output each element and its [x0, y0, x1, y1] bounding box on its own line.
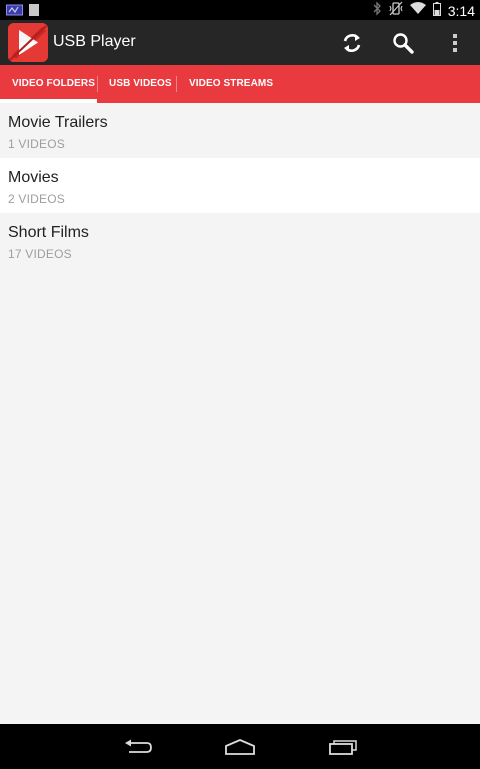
folder-name: Short Films [8, 224, 89, 241]
notification-icon [6, 3, 23, 21]
search-icon[interactable] [388, 28, 418, 58]
tab-video-folders[interactable]: VIDEO FOLDERS [12, 65, 95, 103]
action-bar: USB Player [0, 20, 480, 65]
folder-name: Movie Trailers [8, 114, 108, 131]
folder-count: 2 VIDEOS [8, 192, 65, 206]
folder-count: 17 VIDEOS [8, 247, 72, 261]
tab-bar: VIDEO FOLDERS USB VIDEOS VIDEO STREAMS [0, 65, 480, 103]
folder-item-short-films[interactable]: Short Films 17 VIDEOS [0, 213, 480, 268]
folder-name: Movies [8, 169, 59, 186]
refresh-icon[interactable] [337, 28, 367, 58]
tab-video-streams[interactable]: VIDEO STREAMS [189, 65, 273, 103]
back-icon[interactable] [118, 732, 158, 762]
navigation-bar [0, 724, 480, 769]
home-icon[interactable] [220, 732, 260, 762]
status-bar: 3:14 [0, 0, 480, 20]
app-title: USB Player [53, 33, 136, 50]
folder-item-movies[interactable]: Movies 2 VIDEOS [0, 158, 480, 213]
status-time: 3:14 [447, 3, 475, 19]
app-logo-icon[interactable] [8, 23, 48, 62]
battery-icon [432, 1, 441, 21]
vibrate-icon [389, 1, 403, 21]
bluetooth-icon [373, 1, 382, 21]
recent-apps-icon[interactable] [323, 732, 363, 762]
tab-divider [97, 76, 98, 92]
folder-item-movie-trailers[interactable]: Movie Trailers 1 VIDEOS [0, 103, 480, 158]
folder-count: 1 VIDEOS [8, 137, 65, 151]
wifi-icon [409, 2, 426, 20]
tab-usb-videos[interactable]: USB VIDEOS [109, 65, 172, 103]
sd-card-icon [29, 3, 39, 21]
tab-divider [176, 76, 177, 92]
overflow-menu-icon[interactable] [440, 28, 470, 58]
folder-list: Movie Trailers 1 VIDEOS Movies 2 VIDEOS … [0, 103, 480, 268]
